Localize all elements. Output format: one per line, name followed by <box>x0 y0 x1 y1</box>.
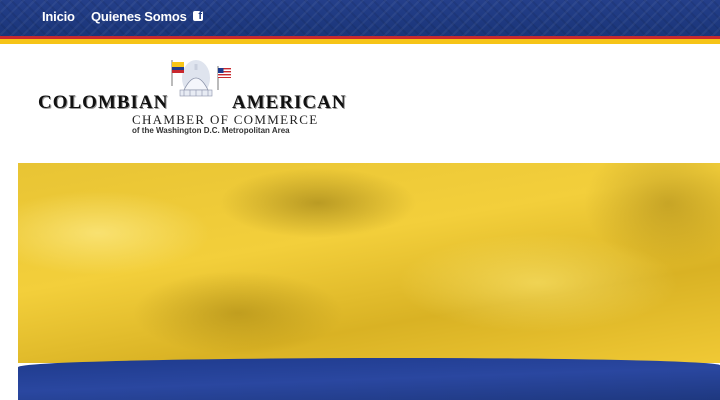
logo[interactable]: COLOMBIAN AMERICAN CHAMBER OF COMMERCE o… <box>36 56 346 140</box>
facebook-icon[interactable]: f <box>193 11 203 22</box>
logo-word-american: AMERICAN <box>232 92 347 113</box>
hero-flag-blue <box>18 358 720 400</box>
hero-flag-yellow <box>18 163 720 363</box>
hero-flag-banner <box>18 163 720 400</box>
logo-subtitle: of the Washington D.C. Metropolitan Area <box>132 126 290 135</box>
nav-link-inicio[interactable]: Inicio <box>42 9 75 24</box>
flag-stripe-yellow <box>0 39 720 44</box>
top-navigation-bar: Inicio Quienes Somos f <box>0 0 720 36</box>
logo-word-colombian: COLOMBIAN <box>38 92 169 113</box>
capitol-flags-icon <box>171 60 231 97</box>
nav-link-quienes-somos[interactable]: Quienes Somos <box>91 9 187 24</box>
